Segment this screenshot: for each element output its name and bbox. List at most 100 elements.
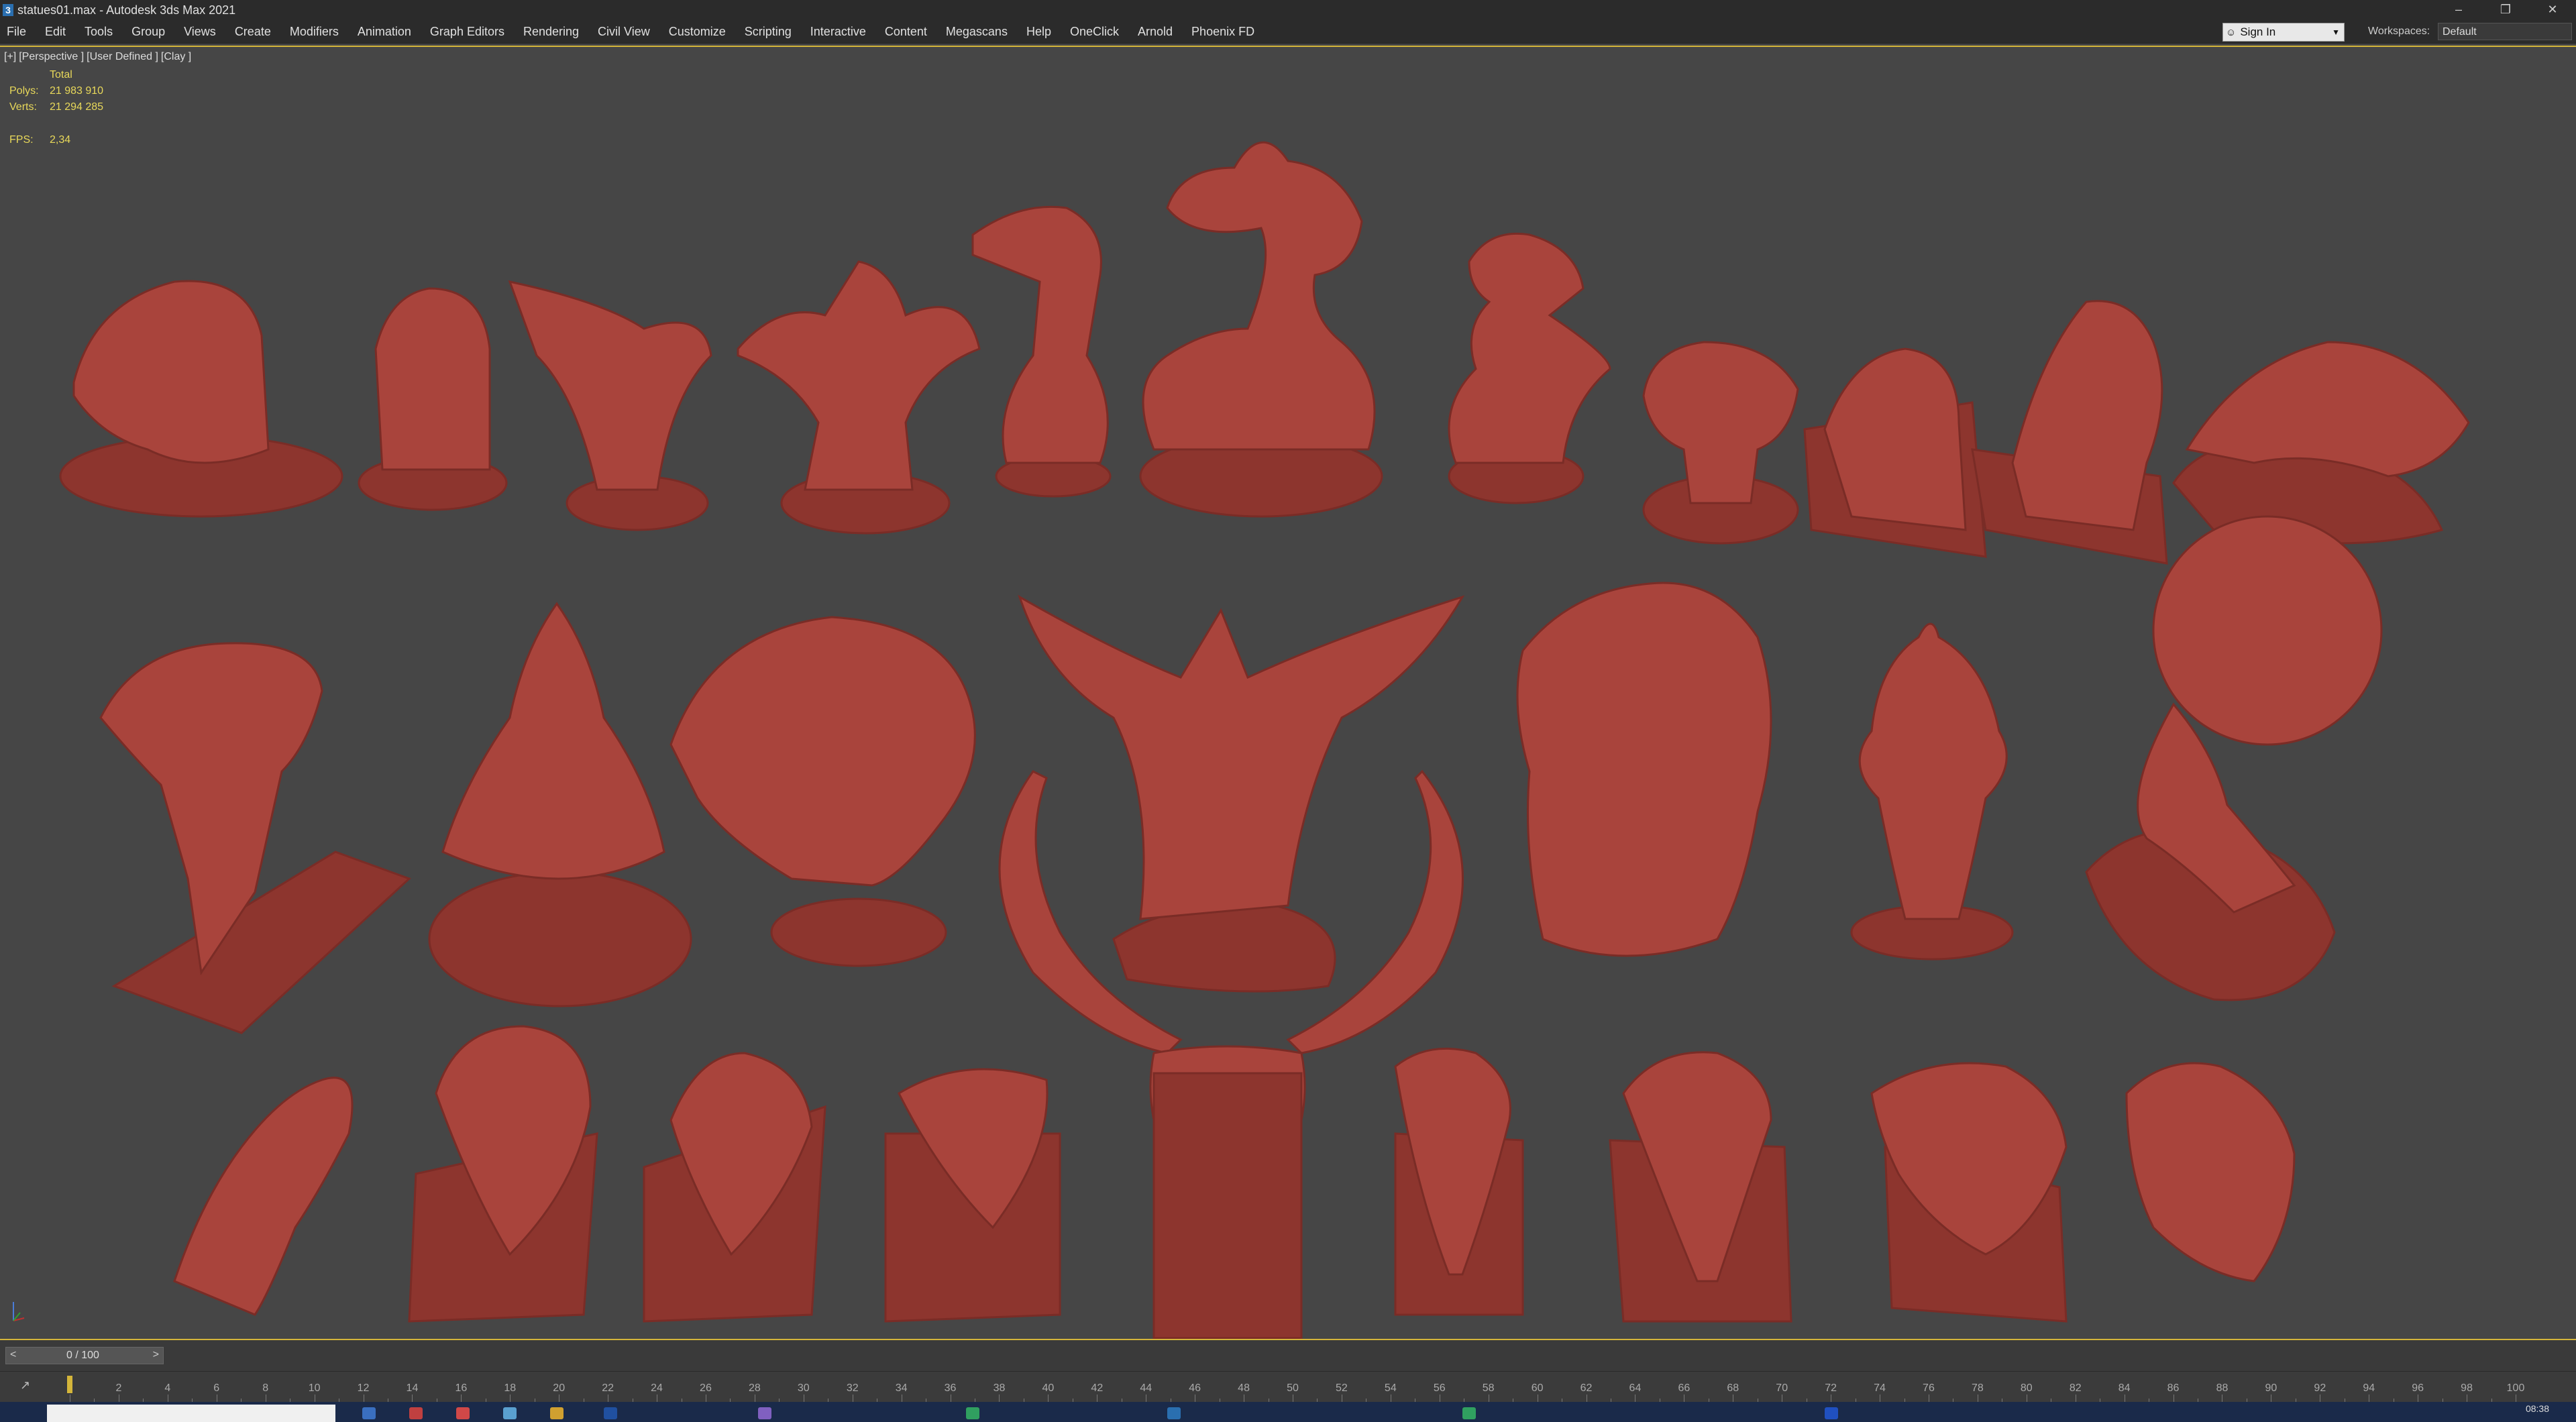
menu-create[interactable]: Create — [225, 20, 280, 43]
viewport-stereo-label[interactable]: [User Defined ] — [87, 51, 158, 62]
scene-statues[interactable] — [0, 47, 2576, 1339]
taskbar-app-icon[interactable] — [409, 1407, 423, 1419]
dragon-bust-statue — [508, 280, 712, 531]
taskbar-app-icon[interactable] — [1462, 1407, 1476, 1419]
scorpion-statue — [173, 1077, 354, 1316]
ruler-label: 70 — [1776, 1382, 1788, 1394]
reptile-skull-plaque — [884, 1068, 1061, 1323]
taskbar-app-icon[interactable] — [362, 1407, 376, 1419]
buddha-statue — [428, 602, 692, 1007]
restore-button[interactable]: ❐ — [2482, 0, 2529, 20]
ruler-label: 100 — [2506, 1382, 2525, 1394]
viewport-point-of-view-label[interactable]: [Perspective ] — [19, 51, 84, 62]
atlas-globe-statue — [2085, 515, 2383, 1001]
ruler-label: 94 — [2363, 1382, 2375, 1394]
3dsmax-app-icon[interactable]: 3 — [3, 4, 13, 16]
menu-arnold[interactable]: Arnold — [1128, 20, 1182, 43]
ruler-label: 92 — [2314, 1382, 2326, 1394]
ruler-label: 52 — [1336, 1382, 1348, 1394]
polys-value: 21 983 910 — [50, 85, 104, 97]
taskbar-search-box[interactable] — [47, 1405, 335, 1422]
menu-tools[interactable]: Tools — [75, 20, 122, 43]
ruler-label: 78 — [1971, 1382, 1984, 1394]
horse-statue — [99, 642, 411, 1034]
taskbar-app-icon[interactable] — [550, 1407, 564, 1419]
menu-customize[interactable]: Customize — [659, 20, 735, 43]
ruler-label: 44 — [1140, 1382, 1152, 1394]
playhead[interactable] — [67, 1376, 72, 1393]
menu-edit[interactable]: Edit — [36, 20, 75, 43]
winged-woman-statue — [1018, 594, 1465, 993]
menu-graph-editors[interactable]: Graph Editors — [421, 20, 514, 43]
menu-animation[interactable]: Animation — [348, 20, 421, 43]
menu-file[interactable]: File — [0, 20, 36, 43]
curve-editor-icon[interactable]: ↗ — [20, 1378, 30, 1392]
taskbar-clock[interactable]: 08:38 — [2526, 1403, 2549, 1414]
verts-value: 21 294 285 — [50, 101, 104, 113]
ruler-label: 14 — [406, 1382, 419, 1394]
chevron-down-icon: ▼ — [2332, 28, 2340, 37]
ruler-label: 60 — [1531, 1382, 1544, 1394]
ruler-label: 96 — [2412, 1382, 2424, 1394]
taskbar-app-icon[interactable] — [503, 1407, 517, 1419]
menu-group[interactable]: Group — [122, 20, 174, 43]
menu-phoenix-fd[interactable]: Phoenix FD — [1182, 20, 1264, 43]
viewport-menu-plus[interactable]: [+] — [4, 51, 16, 62]
prev-frame-button[interactable]: < — [10, 1349, 16, 1361]
time-slider[interactable]: < 0 / 100 > — [5, 1347, 164, 1364]
windows-taskbar: 08:38 — [0, 1402, 2576, 1422]
menu-rendering[interactable]: Rendering — [514, 20, 588, 43]
dolphin-statue-right — [1448, 232, 1611, 504]
perspective-viewport[interactable]: [+] [Perspective ] [User Defined ] [Clay ] … — [0, 46, 2576, 1340]
ruler-label: 54 — [1384, 1382, 1397, 1394]
menu-modifiers[interactable]: Modifiers — [280, 20, 348, 43]
demon-relief-statue — [1516, 582, 1772, 957]
ruler-label: 8 — [262, 1382, 269, 1394]
menu-content[interactable]: Content — [875, 20, 936, 43]
ruler-label: 18 — [504, 1382, 517, 1394]
boar-skull-plaque — [1609, 1051, 1792, 1323]
minimize-button[interactable]: – — [2435, 0, 2482, 20]
menu-scripting[interactable]: Scripting — [735, 20, 801, 43]
taskbar-app-icon[interactable] — [1825, 1407, 1838, 1419]
menu-views[interactable]: Views — [174, 20, 225, 43]
current-frame: 0 / 100 — [66, 1350, 99, 1361]
window-title: statues01.max - Autodesk 3ds Max 2021 — [17, 3, 236, 17]
sign-in-dropdown[interactable]: ☺ Sign In ▼ — [2222, 23, 2345, 42]
bird-skull-plaque-2 — [643, 1052, 826, 1323]
ruler-label: 72 — [1825, 1382, 1837, 1394]
ruler-label: 90 — [2265, 1382, 2277, 1394]
menu-bar: File Edit Tools Group Views Create Modif… — [0, 20, 2576, 44]
ruler-label: 20 — [553, 1382, 566, 1394]
ruler-label: 64 — [1629, 1382, 1642, 1394]
viewport-shading-label[interactable]: [Clay ] — [161, 51, 191, 62]
ruler-label: 28 — [748, 1382, 761, 1394]
ruler-label: 40 — [1042, 1382, 1055, 1394]
next-frame-button[interactable]: > — [153, 1349, 159, 1361]
ruler-label: 80 — [2020, 1382, 2033, 1394]
fps-value: 2,34 — [50, 134, 71, 146]
taskbar-3dsmax-icon[interactable] — [1167, 1407, 1181, 1419]
close-button[interactable]: ✕ — [2529, 0, 2576, 20]
ruler-label: 30 — [797, 1382, 810, 1394]
track-bar[interactable]: ↗ 2 4 6 8 10 12 14 16 18 20 22 24 26 28 30 32 34 36 38 40 42… — [0, 1371, 2576, 1403]
taskbar-app-icon[interactable] — [758, 1407, 771, 1419]
panther-rock-statue — [2172, 341, 2470, 545]
menu-help[interactable]: Help — [1017, 20, 1061, 43]
ruler-label: 34 — [895, 1382, 908, 1394]
menu-megascans[interactable]: Megascans — [936, 20, 1017, 43]
ruler-label: 6 — [213, 1382, 220, 1394]
menu-interactive[interactable]: Interactive — [801, 20, 875, 43]
workspace-dropdown[interactable]: Default — [2438, 23, 2572, 40]
axis-tripod-icon — [9, 1298, 30, 1327]
menu-oneclick[interactable]: OneClick — [1061, 20, 1128, 43]
taskbar-app-icon[interactable] — [966, 1407, 979, 1419]
menu-civil-view[interactable]: Civil View — [588, 20, 659, 43]
ruler-label: 16 — [455, 1382, 468, 1394]
taskbar-app-icon[interactable] — [604, 1407, 617, 1419]
sign-in-label: Sign In — [2240, 25, 2276, 38]
taskbar-app-icon[interactable] — [456, 1407, 470, 1419]
ruler-label: 62 — [1580, 1382, 1593, 1394]
stats-total-header: Total — [50, 69, 72, 80]
ruler-label: 66 — [1678, 1382, 1690, 1394]
